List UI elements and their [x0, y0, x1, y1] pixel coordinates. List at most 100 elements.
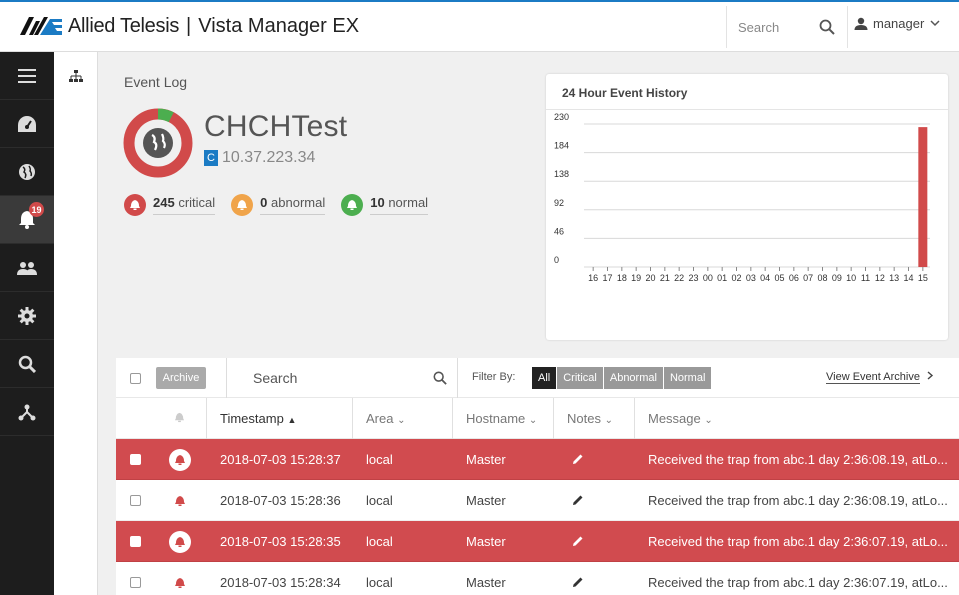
- x-tick-label: 16: [588, 273, 598, 283]
- view-event-archive-link[interactable]: View Event Archive: [826, 371, 934, 384]
- alarm-icon: [169, 531, 191, 553]
- archive-button[interactable]: Archive: [156, 367, 206, 389]
- user-menu[interactable]: manager: [854, 16, 945, 31]
- cell-message: Received the trap from abc.1 day 2:36:07…: [648, 575, 948, 590]
- column-separator: [352, 398, 353, 439]
- cell-area: local: [366, 575, 393, 590]
- nav-events[interactable]: 19: [0, 196, 54, 244]
- nav-menu[interactable]: [0, 52, 54, 100]
- chevron-down-icon: ⌄: [604, 415, 613, 426]
- brand-separator: |: [186, 14, 192, 37]
- side-nav: 19: [0, 52, 54, 595]
- x-tick-label: 19: [631, 273, 641, 283]
- x-tick-label: 06: [789, 273, 799, 283]
- nav-search[interactable]: [0, 340, 54, 388]
- app-name: Vista Manager EX: [198, 14, 360, 37]
- x-tick-label: 17: [602, 273, 612, 283]
- x-tick-label: 14: [903, 273, 913, 283]
- abnormal-count-label: abnormal: [271, 195, 326, 210]
- header-search[interactable]: Search: [726, 6, 848, 48]
- nav-users[interactable]: [0, 244, 54, 292]
- subnav-hierarchy[interactable]: [54, 52, 98, 100]
- filter-all[interactable]: All: [532, 367, 558, 389]
- brand[interactable]: Allied Telesis | Vista Manager EX: [20, 12, 359, 40]
- x-tick-label: 12: [875, 273, 885, 283]
- cell-timestamp: 2018-07-03 15:28:35: [220, 534, 341, 549]
- sort-asc-icon: ▲: [287, 415, 297, 425]
- cell-message: Received the trap from abc.1 day 2:36:07…: [648, 534, 948, 549]
- abnormal-count-number: 0: [260, 195, 268, 210]
- column-message[interactable]: Message ⌄: [648, 411, 713, 426]
- nav-topology[interactable]: [0, 388, 54, 436]
- pencil-icon[interactable]: [572, 453, 584, 465]
- pencil-icon[interactable]: [572, 494, 584, 506]
- filter-normal[interactable]: Normal: [663, 367, 713, 389]
- panel-title: Event Log: [124, 74, 188, 90]
- table-row[interactable]: 2018-07-03 15:28:36 local Master Receive…: [116, 480, 959, 521]
- search-icon[interactable]: [819, 19, 835, 35]
- chevron-down-icon: ⌄: [704, 415, 713, 426]
- alarm-icon: [231, 194, 254, 216]
- normal-count-label: normal: [388, 195, 429, 210]
- view-event-archive-label: View Event Archive: [826, 371, 920, 384]
- cell-area: local: [366, 493, 393, 508]
- cell-timestamp: 2018-07-03 15:28:37: [220, 452, 341, 467]
- main-content: Event Log CHCHTest C 10.37.223.34 245 cr…: [98, 52, 959, 595]
- x-tick-label: 09: [832, 273, 842, 283]
- table-row[interactable]: 2018-07-03 15:28:37 local Master Receive…: [116, 439, 959, 480]
- filter-critical[interactable]: Critical: [557, 367, 604, 389]
- table-search-input[interactable]: Search: [253, 370, 433, 386]
- event-table: Archive Search Filter By: All Critical A…: [116, 358, 959, 595]
- search-icon[interactable]: [433, 371, 447, 385]
- cell-hostname: Master: [466, 575, 506, 590]
- alarm-icon: [169, 572, 191, 594]
- table-row[interactable]: 2018-07-03 15:28:34 local Master Receive…: [116, 562, 959, 595]
- x-tick-label: 20: [645, 273, 655, 283]
- column-area[interactable]: Area ⌄: [366, 411, 405, 426]
- nav-dashboard[interactable]: [0, 100, 54, 148]
- chevron-down-icon: ⌄: [397, 415, 406, 426]
- y-tick-label: 46: [554, 226, 564, 236]
- cell-hostname: Master: [466, 493, 506, 508]
- cell-area: local: [366, 452, 393, 467]
- row-checkbox[interactable]: [130, 536, 141, 547]
- device-ip: 10.37.223.34: [222, 149, 316, 166]
- filter-label: Filter By:: [472, 371, 516, 383]
- y-tick-label: 138: [554, 169, 569, 179]
- column-hostname[interactable]: Hostname ⌄: [466, 411, 537, 426]
- normal-count[interactable]: 10 normal: [341, 194, 429, 216]
- nav-globe[interactable]: [0, 148, 54, 196]
- nav-settings[interactable]: [0, 292, 54, 340]
- table-row[interactable]: 2018-07-03 15:28:35 local Master Receive…: [116, 521, 959, 562]
- chart-bar[interactable]: [918, 127, 928, 267]
- column-separator: [452, 398, 453, 439]
- pencil-icon[interactable]: [572, 576, 584, 588]
- filter-abnormal[interactable]: Abnormal: [603, 367, 664, 389]
- x-tick-label: 02: [731, 273, 741, 283]
- header-search-input[interactable]: Search: [738, 20, 819, 35]
- alarm-icon: [169, 490, 191, 512]
- table-search[interactable]: Search: [226, 358, 458, 398]
- x-tick-label: 01: [717, 273, 727, 283]
- row-checkbox[interactable]: [130, 454, 141, 465]
- globe-icon: [19, 163, 35, 180]
- row-checkbox[interactable]: [130, 577, 141, 588]
- event-count-badge: 19: [29, 202, 44, 217]
- abnormal-count[interactable]: 0 abnormal: [231, 194, 326, 216]
- filter-group: All Critical Abnormal Normal: [532, 367, 713, 389]
- topology-icon: [18, 404, 36, 420]
- select-all-checkbox[interactable]: [130, 373, 141, 384]
- cell-message: Received the trap from abc.1 day 2:36:08…: [648, 452, 948, 467]
- alarm-icon: [341, 194, 364, 216]
- chevron-down-icon: [930, 20, 940, 27]
- pencil-icon[interactable]: [572, 535, 584, 547]
- column-timestamp[interactable]: Timestamp ▲: [220, 411, 296, 426]
- row-checkbox[interactable]: [130, 495, 141, 506]
- critical-count[interactable]: 245 critical: [124, 194, 216, 216]
- cell-message: Received the trap from abc.1 day 2:36:08…: [648, 493, 948, 508]
- x-tick-label: 13: [889, 273, 899, 283]
- column-notes[interactable]: Notes ⌄: [567, 411, 613, 426]
- event-history-chart: 0 46 92 138 184 230 16 17 18 19 20 21 22 23 00 01 02 03 04…: [554, 112, 930, 283]
- x-tick-label: 04: [760, 273, 770, 283]
- x-tick-label: 18: [617, 273, 627, 283]
